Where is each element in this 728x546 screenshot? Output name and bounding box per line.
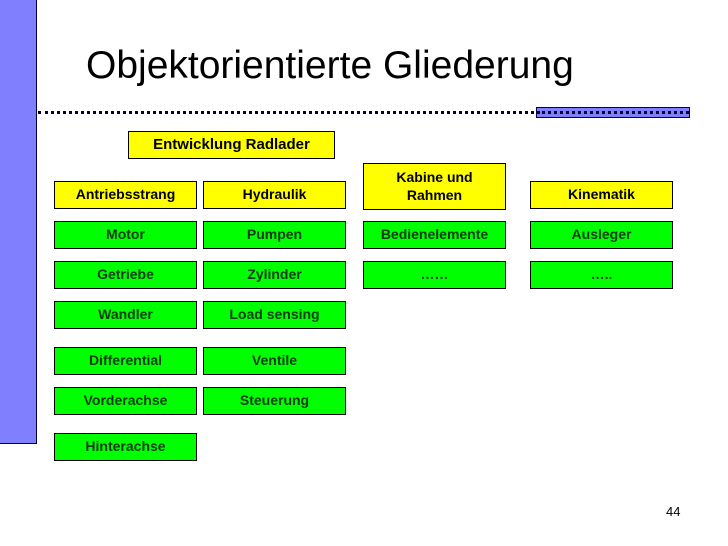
item-box: Pumpen — [203, 221, 346, 249]
item-box: Wandler — [54, 301, 197, 329]
category-box-antriebsstrang: Antriebsstrang — [54, 181, 197, 209]
left-accent-bar — [0, 0, 37, 444]
item-box: Steuerung — [203, 387, 346, 415]
item-box: Load sensing — [203, 301, 346, 329]
slide-title: Objektorientierte Gliederung — [86, 44, 574, 87]
item-box: Vorderachse — [54, 387, 197, 415]
item-box-ellipsis: ….. — [530, 261, 673, 289]
item-box-ellipsis: …… — [363, 261, 506, 289]
item-box: Bedienelemente — [363, 221, 506, 249]
item-box: Zylinder — [203, 261, 346, 289]
page-number: 44 — [666, 504, 681, 519]
item-box: Hinterachse — [54, 433, 197, 461]
root-box: Entwicklung Radlader — [128, 131, 335, 159]
category-box-kabine-und-rahmen: Kabine und Rahmen — [363, 163, 506, 210]
item-box: Getriebe — [54, 261, 197, 289]
item-box: Motor — [54, 221, 197, 249]
item-box: Ausleger — [530, 221, 673, 249]
item-box: Ventile — [203, 347, 346, 375]
category-box-hydraulik: Hydraulik — [203, 181, 346, 209]
item-box: Differential — [54, 347, 197, 375]
category-box-kinematik: Kinematik — [530, 181, 673, 209]
divider-accent-rect — [536, 107, 690, 118]
divider-accent-dots — [537, 111, 689, 114]
